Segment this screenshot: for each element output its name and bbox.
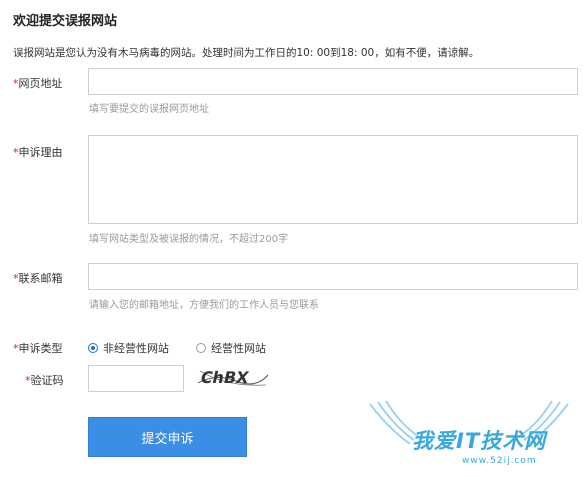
captcha-input[interactable] (88, 365, 184, 392)
type-label-text: 申诉类型 (18, 342, 63, 355)
radio-button-unchecked[interactable] (196, 343, 206, 353)
radio-label-commercial: 经营性网站 (211, 342, 266, 355)
radio-button-checked[interactable] (88, 343, 98, 353)
type-label: *申诉类型 (13, 340, 63, 356)
watermark-url: www.52ij.com (462, 456, 537, 466)
url-input[interactable] (88, 68, 578, 95)
url-label: *网页地址 (13, 75, 63, 91)
submit-button[interactable]: 提交申诉 (88, 417, 247, 457)
reason-label-text: 申诉理由 (18, 146, 63, 159)
email-label: *联系邮箱 (13, 270, 63, 286)
reason-label: *申诉理由 (13, 144, 63, 160)
email-label-text: 联系邮箱 (18, 272, 63, 285)
page-title: 欢迎提交误报网站 (13, 14, 118, 29)
reason-textarea[interactable] (88, 135, 578, 224)
url-hint: 填写要提交的误报网页地址 (89, 104, 209, 115)
captcha-label-text: 验证码 (30, 374, 64, 387)
radio-option-commercial[interactable]: 经营性网站 (196, 340, 266, 356)
reason-hint: 填写网站类型及被误报的情况，不超过200字 (89, 234, 289, 245)
watermark-text: 我爱IT技术网 (412, 429, 547, 453)
radio-option-noncommercial[interactable]: 非经营性网站 (88, 340, 169, 356)
url-label-text: 网页地址 (18, 77, 63, 90)
captcha-text: ChBX (199, 368, 251, 387)
email-hint: 请输入您的邮箱地址，方便我们的工作人员与您联系 (89, 300, 319, 311)
captcha-image[interactable]: ChBX (196, 363, 270, 391)
email-input[interactable] (88, 263, 578, 290)
radio-label-noncommercial: 非经营性网站 (103, 342, 169, 355)
intro-text: 误报网站是您认为没有木马病毒的网站。处理时间为工作日的10: 00到18: 00… (13, 47, 480, 59)
captcha-label: *验证码 (25, 372, 64, 388)
